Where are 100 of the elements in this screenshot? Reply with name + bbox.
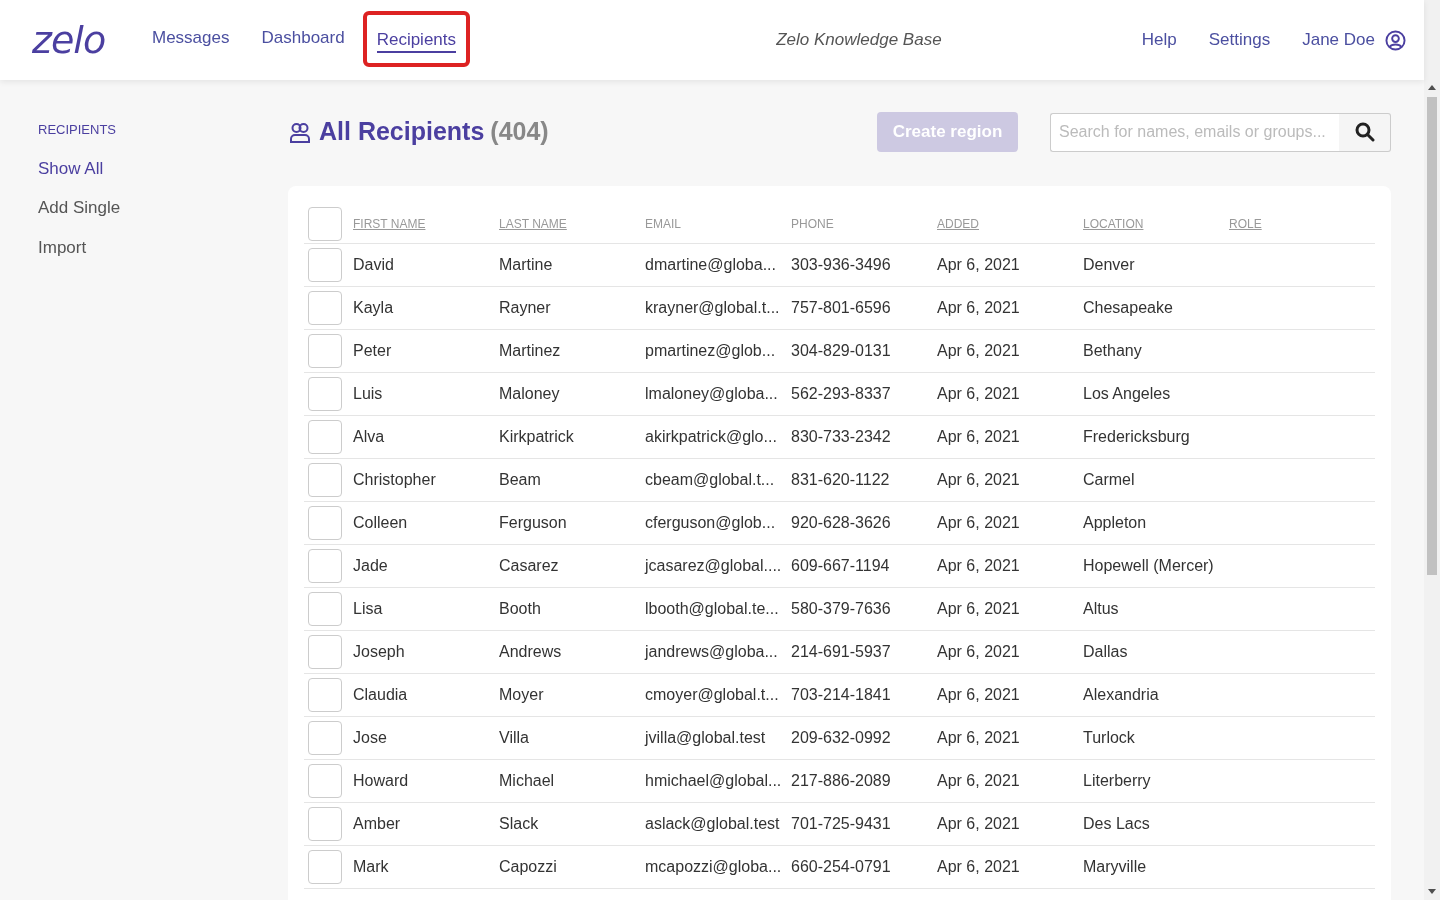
table-cell-text: Apr 6, 2021 [937,255,1021,275]
table-cell-text: Casarez [499,556,560,576]
table-cell-text: 209-632-0992 [791,728,892,748]
table-cell-text: 660-254-0791 [791,857,892,877]
table-cell-text: Apr 6, 2021 [937,470,1021,490]
checkbox[interactable] [308,463,342,497]
table-cell-text: 701-725-9431 [791,814,892,834]
table-cell-text: Ferguson [499,513,568,533]
table-cell-text: Apr 6, 2021 [937,814,1021,834]
table-cell-text: 304-829-0131 [791,341,892,361]
table-cell-text: Jose [353,728,388,748]
column-header: PHONE [791,215,835,233]
checkbox[interactable] [308,592,342,626]
table-cell-text: Apr 6, 2021 [937,384,1021,404]
checkbox[interactable] [308,721,342,755]
table-cell-text: Mark [353,857,390,877]
table-cell-text: Altus [1083,599,1120,619]
table-cell-text: Hopewell (Mercer) [1083,556,1215,576]
table-cell-text: Peter [353,341,393,361]
table-cell-text: Apr 6, 2021 [937,642,1021,662]
checkbox[interactable] [308,334,342,368]
nav-link[interactable]: Settings [1208,27,1271,53]
table-cell-text: lmaloney@globa... [645,384,779,404]
table-cell-text: cbeam@global.t... [645,470,776,490]
table-cell-text: Apr 6, 2021 [937,857,1021,877]
table-cell-text: Martinez [499,341,562,361]
table-cell-text: Turlock [1083,728,1136,748]
table-cell-text: 303-936-3496 [791,255,892,275]
table-cell-text: 562-293-8337 [791,384,892,404]
table-cell-text: 831-620-1122 [791,470,891,490]
table-cell-text: jcasarez@global.... [645,556,783,576]
checkbox[interactable] [308,635,342,669]
checkbox[interactable] [308,850,342,884]
user-avatar-icon[interactable] [1385,29,1406,51]
table-cell-text: Chesapeake [1083,298,1174,318]
checkbox[interactable] [308,549,342,583]
table-cell-text: Michael [499,771,556,791]
table-cell-text: Fredericksburg [1083,427,1191,447]
table-cell-text: cferguson@glob... [645,513,777,533]
table-cell-text: Apr 6, 2021 [937,341,1021,361]
scroll-down-icon[interactable] [1428,889,1436,894]
checkbox[interactable] [308,206,342,241]
checkbox[interactable] [308,291,342,325]
table-cell-text: Jade [353,556,389,576]
sidebar-link[interactable]: Import [38,234,288,260]
table-cell-text: Literberry [1083,771,1152,791]
table-cell-text: Rayner [499,298,552,318]
table-cell-text: Martine [499,255,554,275]
sidebar-heading: RECIPIENTS [38,121,117,139]
table-cell-text: Dallas [1083,642,1129,662]
table-cell-text: dmartine@globa... [645,255,777,275]
table-cell-text: mcapozzi@globa... [645,857,783,877]
scrollbar-thumb[interactable] [1427,97,1437,575]
checkbox[interactable] [308,764,342,798]
scroll-up-icon[interactable] [1428,85,1436,90]
table-cell-text: Apr 6, 2021 [937,771,1021,791]
table-cell-text: 830-733-2342 [791,427,892,447]
checkbox[interactable] [308,807,342,841]
table-cell-text: Apr 6, 2021 [937,556,1021,576]
checkbox[interactable] [308,377,342,411]
table-cell-text: Maloney [499,384,561,404]
nav-link[interactable]: Dashboard [261,25,345,55]
scrollbar[interactable] [1424,0,1440,900]
table-cell-text: Kirkpatrick [499,427,575,447]
table-cell-text: Kayla [353,298,395,318]
nav-link[interactable]: Recipients [376,30,457,54]
table-cell-text: Apr 6, 2021 [937,298,1021,318]
checkbox[interactable] [308,506,342,540]
logo[interactable]: zelo [32,21,120,59]
table-cell-text: Villa [499,728,530,748]
checkbox[interactable] [308,248,342,282]
table-cell-text: Apr 6, 2021 [937,685,1021,705]
table-cell-text: Alva [353,427,386,447]
table-cell-text: 703-214-1841 [791,685,892,705]
table-cell-text: Appleton [1083,513,1148,533]
table-cell-text: Capozzi [499,857,558,877]
knowledge-base-link[interactable]: Zelo Knowledge Base [656,27,942,53]
table-cell-text: 217-886-2089 [791,771,892,791]
table-cell-text: Claudia [353,685,409,705]
table-cell-text: Andrews [499,642,563,662]
table-cell-text: Alexandria [1083,685,1160,705]
sidebar-link[interactable]: Show All [38,155,288,181]
table-cell-text: cmoyer@global.t... [645,685,780,705]
table-cell-text: 609-667-1194 [791,556,891,576]
checkbox[interactable] [308,420,342,454]
table-cell-text: Maryville [1083,857,1148,877]
table-cell-text: Colleen [353,513,409,533]
table-cell-text: 920-628-3626 [791,513,892,533]
table-cell-text: Lisa [353,599,384,619]
people-icon [289,122,311,144]
table-cell-text: Apr 6, 2021 [937,513,1021,533]
nav-link[interactable]: Messages [152,25,230,55]
table-cell-text: jandrews@globa... [645,642,779,662]
table-cell-text: 580-379-7636 [791,599,892,619]
checkbox[interactable] [308,678,342,712]
table-cell-text: Booth [499,599,542,619]
user-name[interactable]: Jane Doe [1302,27,1375,53]
nav-link[interactable]: Help [1141,27,1177,53]
table-cell-text: Amber [353,814,402,834]
sidebar-link[interactable]: Add Single [38,195,288,221]
